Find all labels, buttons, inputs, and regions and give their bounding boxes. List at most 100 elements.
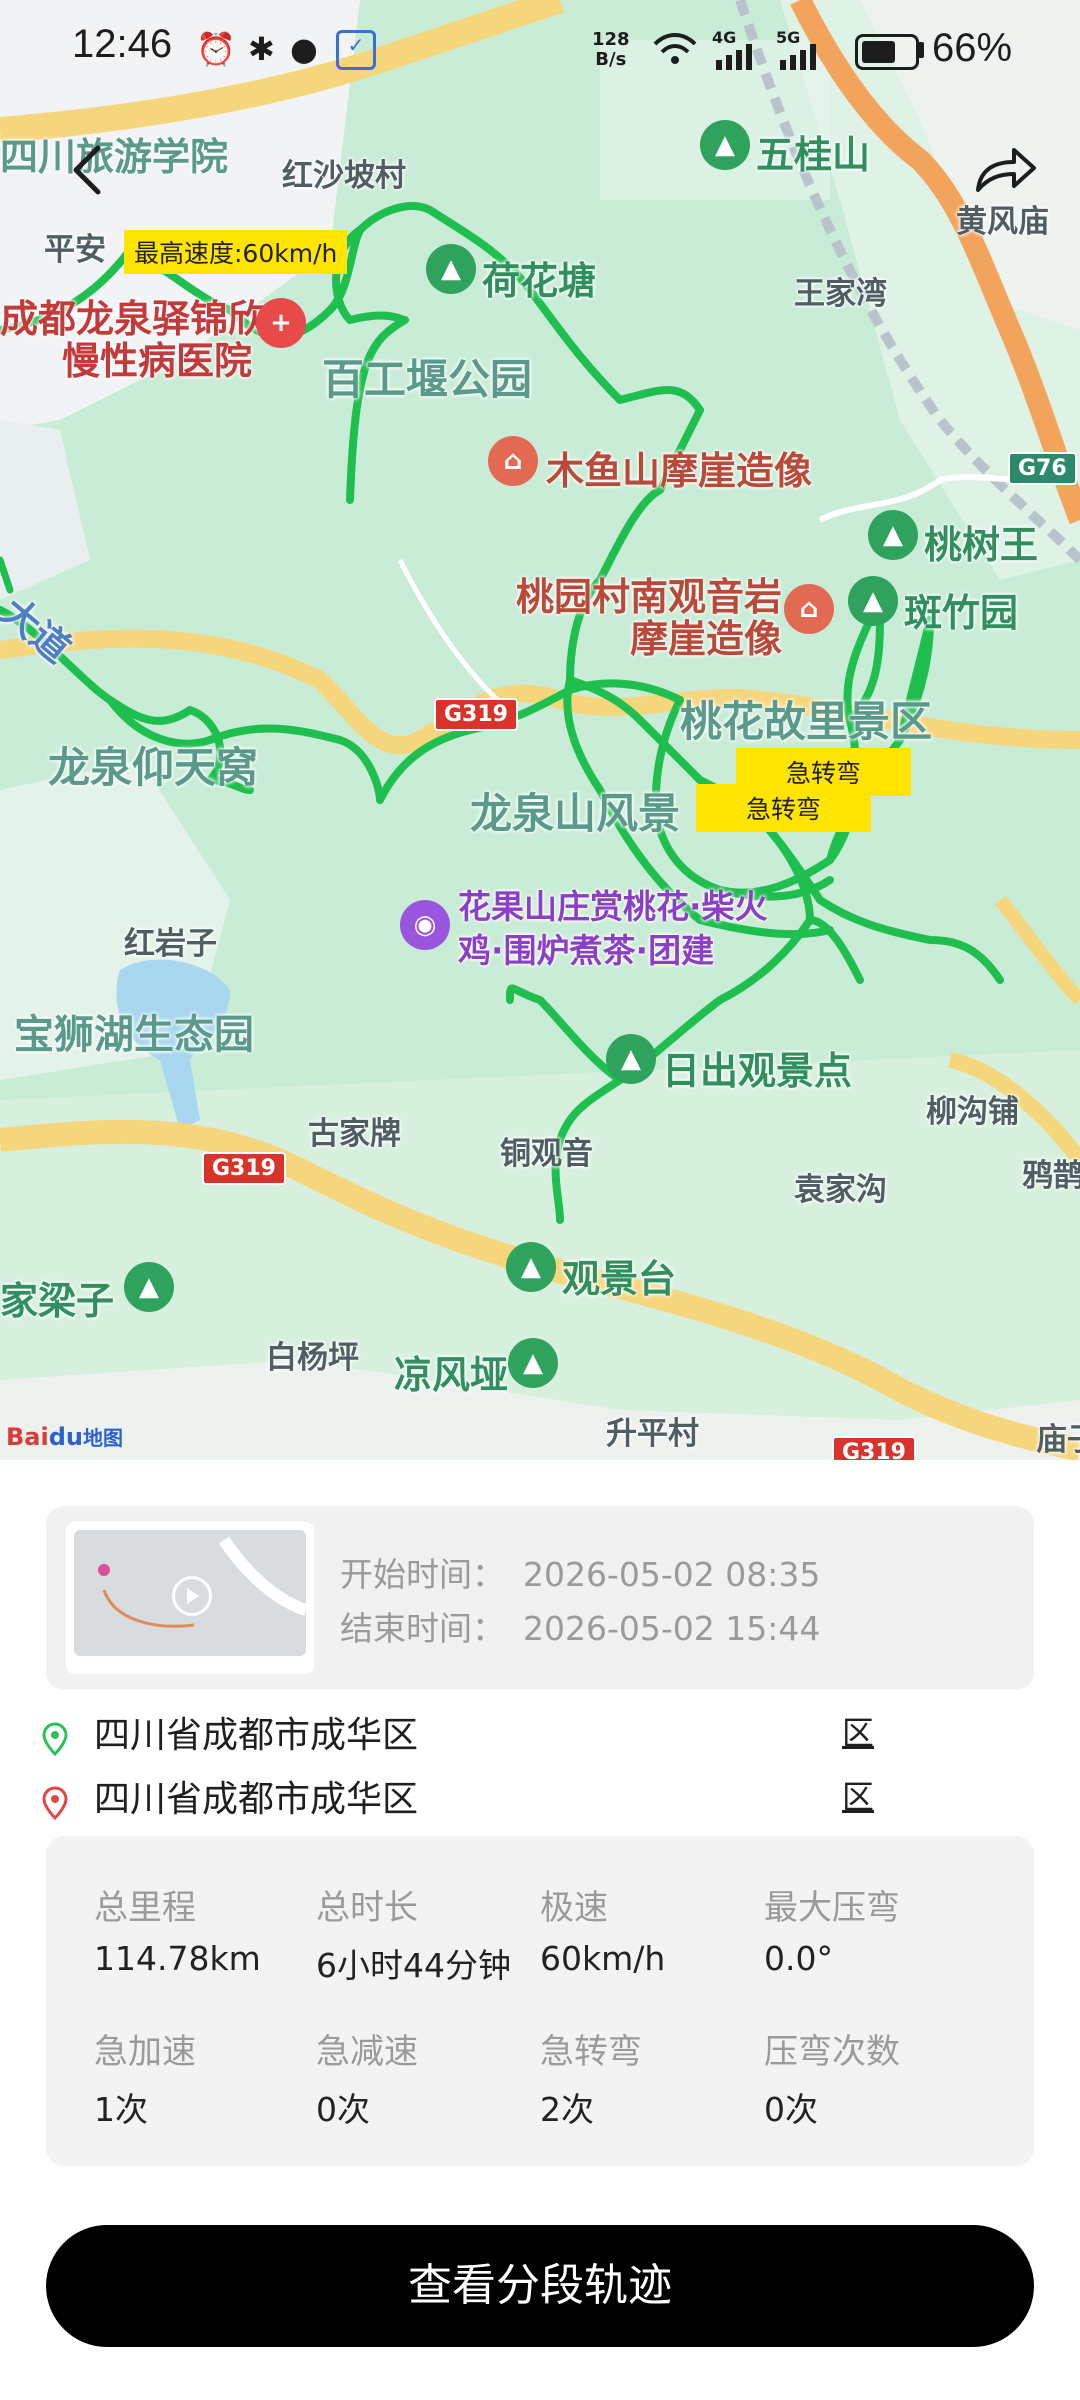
map-poi-jialiangzi[interactable]: ▲ [124, 1262, 174, 1312]
stat-hard-acceleration: 急加速 1次 [94, 2024, 318, 2131]
stat-label: 急加速 [94, 2032, 196, 2072]
start-location-pin-icon [42, 1722, 68, 1756]
map-poi-wuguishan[interactable]: ▲ [700, 120, 750, 170]
route-shield-g319-b: G319 [202, 1152, 286, 1185]
stat-value: 114.78km [94, 1939, 261, 1978]
map-poi-guanjingtai[interactable]: ▲ [506, 1242, 556, 1292]
tree-icon: ▲ [139, 1272, 159, 1302]
map-label-hospital-line2: 慢性病医院 [62, 339, 253, 383]
stat-label: 压弯次数 [764, 2032, 900, 2072]
battery-icon [855, 34, 919, 70]
temple-icon: ⌂ [799, 594, 819, 624]
map-poi-hospital[interactable]: + [256, 298, 306, 348]
map-poi-muyushan[interactable]: ⌂ [488, 436, 538, 486]
route-shield-g319-a: G319 [434, 698, 518, 731]
max-speed-tag: 最高速度:60km/h [124, 230, 348, 274]
stat-label: 总里程 [94, 1888, 196, 1928]
stat-lean-count: 压弯次数 0次 [764, 2024, 988, 2131]
stat-max-speed: 极速 60km/h [540, 1880, 764, 1978]
end-address-tail: 区 [842, 1778, 875, 1816]
route-shield-g76: G76 [1008, 452, 1077, 485]
mountain-icon: ▲ [715, 130, 735, 160]
stat-value: 60km/h [540, 1939, 666, 1978]
tree-icon: ▲ [441, 254, 461, 284]
tree-icon: ▲ [621, 1044, 641, 1074]
route-shield-g319-c: G319 [832, 1436, 916, 1460]
signal-icon [716, 44, 752, 70]
tree-icon: ▲ [523, 1348, 543, 1378]
stat-label: 急减速 [316, 2032, 418, 2072]
start-time-row: 开始时间： 2026-05-02 08:35 [340, 1548, 820, 1596]
map-view[interactable]: 四川旅游学院 红沙坡村 ▲ 五桂山 黄风庙 平安 最高速度:60km/h ▲ 荷… [0, 0, 1080, 1460]
end-time-value: 2026-05-02 15:44 [523, 1609, 821, 1648]
map-label-taohua-scenic: 桃花故里景区 [680, 697, 933, 746]
map-label-pingan: 平安 [44, 232, 106, 268]
map-poi-taoyuan[interactable]: ⌂ [784, 584, 834, 634]
stat-label: 极速 [540, 1888, 608, 1928]
start-time-value: 2026-05-02 08:35 [523, 1555, 821, 1594]
sharp-turn-tag-2: 急转弯 [696, 784, 872, 832]
hospital-cross-icon: + [270, 308, 292, 338]
trip-video-thumbnail[interactable] [66, 1522, 314, 1674]
map-label-richu: 日出观景点 [662, 1049, 853, 1093]
map-poi-hehuatang[interactable]: ▲ [426, 244, 476, 294]
stat-total-distance: 总里程 114.78km [94, 1880, 318, 1978]
thumbnail-map [74, 1530, 306, 1656]
map-label-banzhuyuan: 斑竹园 [904, 591, 1019, 635]
share-arrow-icon [976, 148, 1036, 192]
stat-value: 2次 [540, 2090, 594, 2129]
map-label-longquan-tianwo: 龙泉仰天窝 [48, 743, 259, 792]
map-poi-taoshuwang[interactable]: ▲ [868, 510, 918, 560]
map-label-liangfengya: 凉风垭 [394, 1353, 509, 1397]
back-button[interactable] [60, 140, 120, 200]
map-label-yabu: 鸦鹊 [1022, 1158, 1080, 1194]
map-poi-liangfengya[interactable]: ▲ [508, 1338, 558, 1388]
map-label-huaguoshan-line2: 鸡·围炉煮茶·团建 [458, 931, 715, 970]
play-icon [172, 1576, 212, 1616]
wifi-icon [653, 33, 697, 64]
stat-max-lean: 最大压弯 0.0° [764, 1880, 988, 1978]
net-speed-value: 128 [592, 29, 630, 50]
gamepad-icon: ◉ [413, 910, 437, 940]
alarm-icon: ⏰ [196, 30, 236, 68]
trip-summary-card[interactable]: 开始时间： 2026-05-02 08:35 结束时间： 2026-05-02 15… [46, 1506, 1034, 1690]
map-label-taoyuan-line2: 摩崖造像 [630, 617, 783, 661]
tree-icon: ▲ [883, 520, 903, 550]
stat-sharp-turns: 急转弯 2次 [540, 2024, 764, 2131]
map-label-miao: 庙子 [1036, 1422, 1080, 1458]
map-label-guanjingtai: 观景台 [562, 1257, 677, 1301]
logo-du: du [48, 1423, 83, 1451]
stat-total-duration: 总时长 6小时44分钟 [316, 1880, 540, 1987]
stat-label: 总时长 [316, 1888, 418, 1928]
start-address-tail: 区 [842, 1714, 875, 1752]
map-poi-banzhuyuan[interactable]: ▲ [848, 576, 898, 626]
baidu-map-logo: Baidu地图 [6, 1422, 123, 1451]
clock: 12:46 [72, 22, 173, 66]
map-poi-richu[interactable]: ▲ [606, 1034, 656, 1084]
map-poi-huaguoshan[interactable]: ◉ [400, 900, 450, 950]
map-label-baoshihu: 宝狮湖生态园 [14, 1012, 254, 1058]
map-label-liugoupu: 柳沟铺 [926, 1094, 1019, 1130]
map-label-jialiangzi: 家梁子 [0, 1279, 115, 1323]
start-time-label: 开始时间： [340, 1555, 505, 1594]
app-icon: ✓ [336, 30, 376, 70]
stat-value: 0次 [316, 2090, 370, 2129]
net-speed-unit: B/s [595, 49, 627, 70]
map-label-huaguoshan-line1: 花果山庄赏桃花·柴火 [458, 887, 768, 926]
map-label-gujiapai: 古家牌 [308, 1116, 401, 1152]
map-label-huangfengmiao: 黄风庙 [956, 204, 1049, 240]
stat-value: 1次 [94, 2090, 148, 2129]
signal-icon-2 [780, 44, 816, 70]
end-address: 四川省成都市成华区 [94, 1779, 419, 1820]
net-speed: 128 B/s [592, 30, 630, 70]
trip-stats-card: 总里程 114.78km 总时长 6小时44分钟 极速 60km/h 最大压弯 … [46, 1836, 1034, 2166]
stat-label: 最大压弯 [764, 1888, 900, 1928]
map-label-muyushan: 木鱼山摩崖造像 [546, 449, 813, 493]
map-label-taoshuwang: 桃树王 [924, 523, 1039, 567]
stat-value: 6小时44分钟 [316, 1946, 511, 1985]
view-segment-track-button[interactable]: 查看分段轨迹 [46, 2225, 1034, 2347]
share-button[interactable] [970, 140, 1040, 200]
location-icon: ● [290, 30, 318, 68]
stat-label: 急转弯 [540, 2032, 642, 2072]
status-bar: 12:46 ⏰ ✱ ● ✓ 128 B/s 4G 5G 66% [0, 0, 1080, 100]
